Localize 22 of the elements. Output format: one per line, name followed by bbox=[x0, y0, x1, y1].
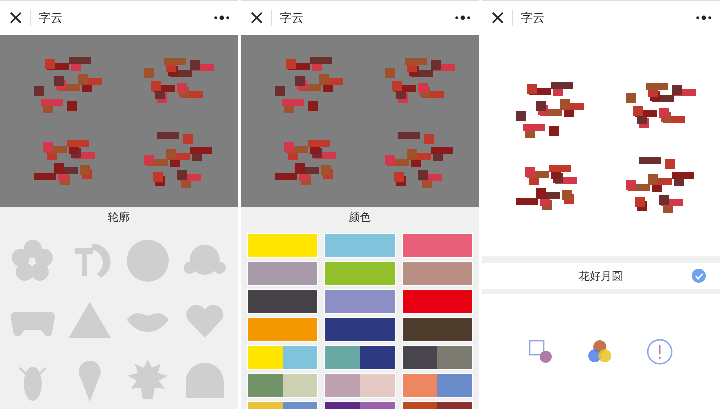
color-swatch[interactable] bbox=[247, 345, 318, 370]
color-swatch[interactable] bbox=[402, 373, 473, 398]
section-label: 颜色 bbox=[241, 207, 479, 227]
window-title: 字云 bbox=[280, 10, 305, 26]
window-title: 字云 bbox=[521, 10, 546, 26]
close-icon[interactable] bbox=[492, 12, 504, 24]
text-label: 花好月圆 bbox=[579, 268, 623, 284]
info-icon[interactable] bbox=[647, 339, 673, 365]
color-swatch[interactable] bbox=[324, 373, 396, 398]
window-title: 字云 bbox=[39, 10, 64, 26]
close-icon[interactable] bbox=[10, 12, 22, 24]
more-icon[interactable] bbox=[696, 15, 712, 21]
more-icon[interactable] bbox=[214, 15, 230, 21]
shape-icon[interactable] bbox=[529, 340, 553, 364]
section-label: 轮廓 bbox=[0, 207, 238, 227]
color-swatch[interactable] bbox=[402, 345, 473, 370]
check-icon[interactable] bbox=[692, 269, 706, 283]
color-circles-icon[interactable] bbox=[587, 339, 613, 365]
color-swatch[interactable] bbox=[324, 345, 396, 370]
color-swatch[interactable] bbox=[247, 373, 318, 398]
more-icon[interactable] bbox=[455, 15, 471, 21]
close-icon[interactable] bbox=[251, 12, 263, 24]
